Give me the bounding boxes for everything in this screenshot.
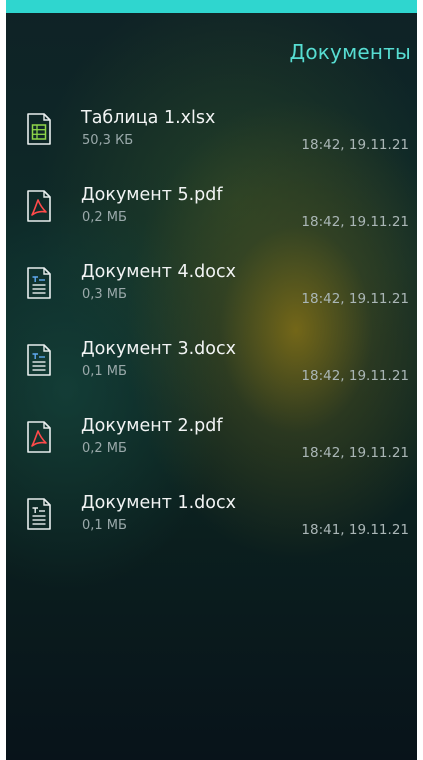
file-item-3[interactable]: Документ 3.docx 0,1 МБ 18:42, 19.11.21 (6, 337, 417, 414)
file-size: 0,3 МБ (82, 287, 127, 302)
text-document-icon (27, 344, 51, 376)
file-size: 0,2 МБ (82, 210, 127, 225)
file-name: Таблица 1.xlsx (81, 108, 216, 128)
page-title: Документы (289, 40, 411, 64)
file-date: 18:42, 19.11.21 (301, 368, 409, 384)
file-size: 50,3 КБ (82, 133, 134, 148)
file-name: Документ 5.pdf (81, 185, 223, 205)
file-name: Документ 4.docx (81, 262, 236, 282)
file-date: 18:42, 19.11.21 (301, 291, 409, 307)
file-date: 18:42, 19.11.21 (301, 214, 409, 230)
file-list: Таблица 1.xlsx 50,3 КБ 18:42, 19.11.21 Д… (6, 106, 417, 568)
file-size: 0,2 МБ (82, 441, 127, 456)
accent-top-bar (6, 0, 417, 13)
file-size: 0,1 МБ (82, 364, 127, 379)
file-name: Документ 3.docx (81, 339, 236, 359)
file-size: 0,1 МБ (82, 518, 127, 533)
file-item-0[interactable]: Таблица 1.xlsx 50,3 КБ 18:42, 19.11.21 (6, 106, 417, 183)
file-date: 18:42, 19.11.21 (301, 137, 409, 153)
pdf-icon (27, 421, 51, 453)
file-name: Документ 1.docx (81, 493, 236, 513)
file-date: 18:41, 19.11.21 (301, 522, 409, 538)
file-item-5[interactable]: Документ 1.docx 0,1 МБ 18:41, 19.11.21 (6, 491, 417, 568)
pdf-icon (27, 190, 51, 222)
text-document-icon (27, 267, 51, 299)
file-item-4[interactable]: Документ 2.pdf 0,2 МБ 18:42, 19.11.21 (6, 414, 417, 491)
file-item-1[interactable]: Документ 5.pdf 0,2 МБ 18:42, 19.11.21 (6, 183, 417, 260)
file-name: Документ 2.pdf (81, 416, 223, 436)
file-date: 18:42, 19.11.21 (301, 445, 409, 461)
file-item-2[interactable]: Документ 4.docx 0,3 МБ 18:42, 19.11.21 (6, 260, 417, 337)
app-window: Документы Таблица 1.xlsx 50,3 КБ 18:42, … (6, 0, 417, 760)
spreadsheet-icon (27, 113, 51, 145)
text-document-icon (27, 498, 51, 530)
